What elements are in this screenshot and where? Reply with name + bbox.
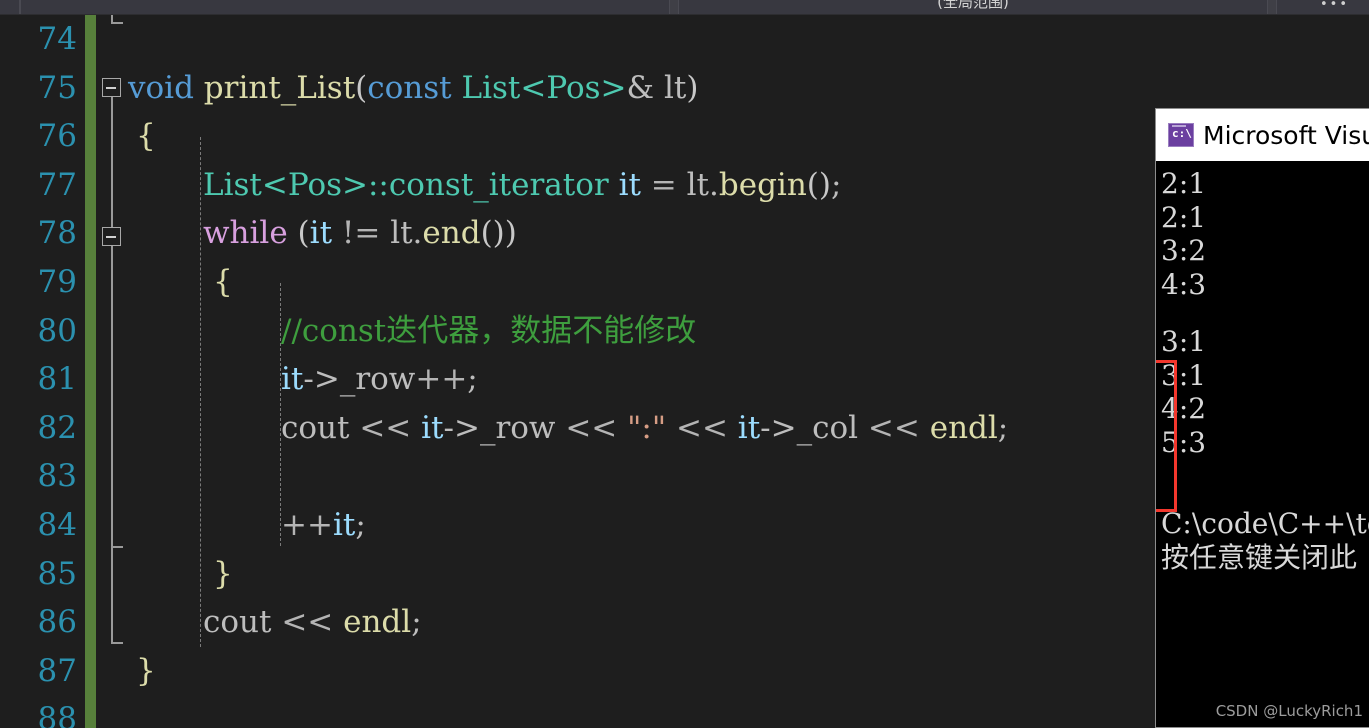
line-number: 82 (37, 409, 77, 446)
token-var-it: it (421, 409, 444, 446)
token-stream-shift: << (359, 409, 412, 446)
token-semicolon: ; (355, 506, 366, 543)
token-cout: cout (281, 409, 350, 446)
line-number: 87 (37, 652, 77, 689)
line-number: 76 (37, 118, 77, 155)
token-increment: ++ (281, 506, 333, 543)
code-line[interactable] (96, 15, 1369, 64)
token-type-listpos: List<Pos> (461, 69, 627, 106)
token-keyword-void: void (128, 69, 194, 106)
token-semicolon: ; (411, 604, 422, 641)
token-semicolon: ; (997, 409, 1009, 446)
token-paren-open: ( (297, 215, 310, 252)
token-var-it: it (309, 215, 333, 252)
token-var-it: it (737, 409, 761, 446)
console-output-line: 2:1 (1161, 200, 1207, 234)
console-output-line: 3:2 (1161, 234, 1207, 267)
console-output-line: 3:1 (1161, 325, 1207, 358)
line-number: 79 (37, 263, 77, 300)
token-lt-dot: lt. (686, 166, 719, 203)
toolbar-segment-left[interactable] (0, 0, 20, 14)
token-call-parens: () (480, 215, 505, 252)
token-ampersand: & (626, 69, 655, 106)
scope-dropdown-label: (全局范围) (937, 0, 1009, 11)
line-number: 78 (37, 215, 77, 252)
console-window[interactable]: Microsoft Visu 2:1 2:1 3:2 4:3 3:1 3:1 4… (1155, 108, 1369, 728)
token-semicolon: ; (831, 166, 842, 203)
toolbar-segment-file-dropdown[interactable] (20, 0, 670, 14)
console-path-line: C:\code\C++\te (1161, 507, 1369, 540)
token-paren-open: ( (355, 69, 368, 106)
line-number: 80 (37, 312, 77, 349)
token-semicolon: ; (467, 361, 478, 398)
token-keyword-while: while (203, 215, 288, 252)
line-number: 75 (37, 69, 77, 106)
toolbar-overflow-icon[interactable]: ••• (1320, 0, 1349, 12)
watermark-text: CSDN @LuckyRich1 (1215, 702, 1363, 720)
line-number: 74 (37, 21, 77, 57)
token-member-col: ->_col (760, 409, 859, 446)
token-lt-dot: lt. (390, 215, 423, 252)
console-cmd-icon (1168, 123, 1194, 147)
console-output-line: 2:1 (1161, 167, 1207, 200)
token-comment: //const迭代器，数据不能修改 (281, 312, 697, 349)
token-increment: ++ (415, 361, 468, 398)
line-number: 88 (37, 701, 77, 728)
console-title-bar[interactable]: Microsoft Visu (1156, 109, 1369, 161)
token-paren-close: ) (504, 215, 517, 252)
token-brace-close: } (213, 555, 233, 592)
token-cout: cout (203, 604, 272, 641)
line-number: 84 (37, 506, 77, 543)
change-indicator-bar (85, 15, 96, 728)
console-title-text: Microsoft Visu (1203, 120, 1369, 150)
token-endl: endl (929, 409, 998, 446)
console-output: 2:1 2:1 3:2 4:3 3:1 3:1 4:2 5:3 C:\code\… (1156, 161, 1369, 727)
token-var-it: it (281, 361, 304, 398)
token-function-name: print_List (203, 69, 356, 106)
console-prompt-line: 按任意键关闭此 (1161, 540, 1358, 574)
console-output-line: 4:2 (1161, 392, 1207, 425)
token-endl: endl (343, 604, 412, 641)
line-number: 86 (37, 604, 77, 641)
token-var-it: it (332, 506, 356, 543)
token-param-lt: lt (663, 69, 687, 106)
token-member-row: ->_row (443, 409, 556, 446)
token-paren-close: ) (686, 69, 699, 106)
token-member-row: ->_row (303, 361, 416, 398)
token-stream-shift: << (565, 409, 618, 446)
screenshot-root: (全局范围) ••• 74 75 76 77 78 79 80 81 82 83… (0, 0, 1369, 728)
token-string-colon: ":" (627, 409, 667, 446)
ide-toolbar: (全局范围) ••• (0, 0, 1369, 15)
token-brace-open: { (136, 118, 156, 155)
toolbar-segment-scope-dropdown[interactable]: (全局范围) (678, 0, 1268, 14)
token-method-end: end (422, 215, 481, 252)
token-method-begin: begin (718, 166, 807, 203)
line-number: 81 (37, 361, 77, 398)
line-number-gutter: 74 75 76 77 78 79 80 81 82 83 84 85 86 8… (0, 15, 85, 728)
console-output-line: 5:3 (1161, 425, 1207, 459)
token-brace-open: { (213, 263, 233, 300)
token-stream-shift: << (281, 604, 334, 641)
token-brace-close: } (136, 652, 156, 689)
token-stream-shift: << (867, 409, 920, 446)
token-call-parens: () (806, 166, 831, 203)
token-assign: = (650, 166, 677, 203)
token-not-equal: != (341, 215, 381, 252)
code-line[interactable]: void print_List(const List<Pos>& lt) (96, 64, 1369, 113)
token-var-it: it (618, 166, 641, 203)
console-output-line: 4:3 (1161, 267, 1207, 301)
token-keyword-const: const (367, 69, 452, 106)
console-output-line: 3:1 (1161, 358, 1207, 392)
line-number: 83 (37, 458, 77, 495)
line-number: 77 (37, 166, 77, 203)
token-stream-shift: << (675, 409, 728, 446)
line-number: 85 (37, 555, 77, 592)
token-type-const-iterator: List<Pos>::const_iterator (203, 166, 609, 203)
